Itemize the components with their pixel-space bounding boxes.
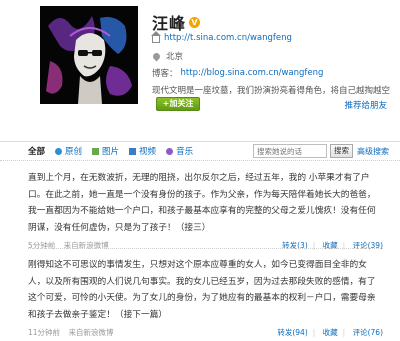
favorite-button[interactable]: 收藏 bbox=[323, 328, 338, 337]
blog-url-link[interactable]: http://blog.sina.com.cn/wangfeng bbox=[181, 68, 324, 78]
profile-header: 汪峰 V http://t.sina.com.cn/wangfeng 北京 博客… bbox=[0, 0, 400, 138]
filter-tabs: 全部 原创 图片 视频 音乐 bbox=[28, 145, 203, 157]
follow-button[interactable]: +加关注 bbox=[156, 97, 200, 111]
avatar[interactable] bbox=[40, 6, 138, 104]
tab-all[interactable]: 全部 bbox=[28, 145, 45, 157]
location-pin-icon bbox=[151, 51, 162, 61]
blog-row: 博客： http://blog.sina.com.cn/wangfeng bbox=[152, 67, 323, 79]
original-icon bbox=[55, 147, 63, 155]
home-icon bbox=[151, 31, 161, 43]
image-icon bbox=[92, 147, 100, 155]
music-icon bbox=[166, 147, 174, 155]
post-divider bbox=[28, 248, 383, 249]
post-meta-left: 5分钟前 来自新浪微博 bbox=[28, 240, 115, 251]
action-divider: | bbox=[342, 328, 346, 337]
verified-badge-icon: V bbox=[189, 16, 201, 28]
post-text: 直到上个月，在无数波折，无理的阻挠，出尔反尔之后，经过五年，我的 小苹果才有了户… bbox=[28, 173, 376, 233]
advanced-search-link[interactable]: 高级搜索 bbox=[357, 146, 389, 157]
forward-button[interactable]: 转发(94) bbox=[277, 328, 307, 337]
filter-bar: 全部 原创 图片 视频 音乐 搜索 高级搜索 bbox=[0, 141, 400, 161]
tab-original-label: 原创 bbox=[65, 147, 83, 157]
post-text: 刚得知这不可思议的事情发生，只想对这个原本应尊重的女人，如今已变得面目全非的女人… bbox=[28, 260, 376, 320]
action-divider: | bbox=[312, 328, 316, 337]
tab-all-label: 全部 bbox=[28, 147, 46, 157]
profile-url-row: http://t.sina.com.cn/wangfeng bbox=[151, 31, 292, 43]
post-actions: 转发(94) | 收藏 | 评论(76) bbox=[272, 327, 383, 338]
search-input[interactable] bbox=[253, 144, 327, 158]
post-time-link[interactable]: 11分钟前 bbox=[28, 328, 60, 337]
tab-images[interactable]: 图片 bbox=[92, 145, 119, 157]
post-meta-left: 11分钟前 来自新浪微博 bbox=[28, 327, 119, 338]
recommend-to-friend-link[interactable]: 推荐给朋友 bbox=[344, 99, 387, 111]
tab-images-label: 图片 bbox=[102, 147, 120, 157]
comment-button[interactable]: 评论(76) bbox=[353, 328, 383, 337]
post-source: 来自新浪微博 bbox=[68, 328, 114, 337]
profile-url-link[interactable]: http://t.sina.com.cn/wangfeng bbox=[164, 33, 292, 43]
location-row: 北京 bbox=[151, 50, 184, 62]
tab-music[interactable]: 音乐 bbox=[166, 145, 193, 157]
avatar-artwork bbox=[40, 6, 138, 104]
tab-music-label: 音乐 bbox=[176, 147, 194, 157]
blog-label: 博客： bbox=[152, 69, 178, 79]
search-button[interactable]: 搜索 bbox=[330, 144, 353, 158]
location-text: 北京 bbox=[166, 52, 184, 62]
post-meta: 11分钟前 来自新浪微博 转发(94) | 收藏 | 评论(76) bbox=[28, 327, 383, 338]
post-meta: 5分钟前 来自新浪微博 转发(3) | 收藏 | 评论(39) bbox=[28, 240, 383, 251]
tab-video[interactable]: 视频 bbox=[129, 145, 156, 157]
video-icon bbox=[129, 147, 137, 155]
tab-original[interactable]: 原创 bbox=[55, 145, 82, 157]
list-item: 刚得知这不可思议的事情发生，只想对这个原本应尊重的女人，如今已变得面目全非的女人… bbox=[28, 257, 383, 338]
tab-video-label: 视频 bbox=[139, 147, 157, 157]
list-item: 直到上个月，在无数波折，无理的阻挠，出尔反尔之后，经过五年，我的 小苹果才有了户… bbox=[28, 170, 383, 251]
profile-description: 现代文明是一座坟墓，我们扮演扮亮着得角色，将自己越掏越空 bbox=[152, 86, 391, 96]
post-actions: 转发(3) | 收藏 | 评论(39) bbox=[277, 240, 383, 251]
